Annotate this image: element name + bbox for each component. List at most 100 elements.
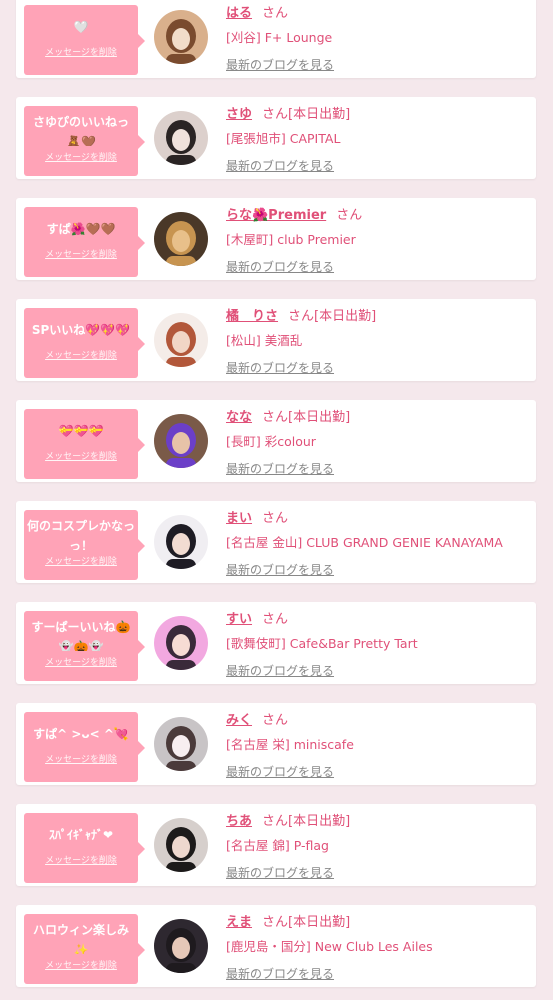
- message-text: すーぱーいいね🎃👻🎃👻: [31, 620, 131, 651]
- shop-name: [長町] 彩colour: [226, 434, 316, 449]
- notification-card: SPいいね💖💖💖 メッセージを削除 橘 りさ さん[本日出勤] [松山] 美酒乱最新のブ…: [16, 299, 536, 381]
- honorific: さん: [262, 511, 289, 526]
- profile-info: みく さん [名古屋 栄] miniscafe 最新のブログを見る: [226, 711, 532, 780]
- message-bubble: 何のコスプレかなっっ！ メッセージを削除: [24, 510, 145, 580]
- message-bubble: さゆぴのいいねっ🧸🤎 メッセージを削除: [24, 106, 145, 176]
- latest-blog-link[interactable]: 最新のブログを見る: [226, 561, 334, 578]
- avatar[interactable]: [154, 414, 208, 468]
- message-bubble: ハロウィン楽しみ✨ メッセージを削除: [24, 914, 145, 984]
- avatar[interactable]: [154, 818, 208, 872]
- message-bubble: ｽﾊﾟｲｷﾞｬﾅﾞ❤ メッセージを削除: [24, 813, 145, 883]
- delete-message-link[interactable]: メッセージを削除: [27, 556, 135, 568]
- message-text: 💝💝💝: [58, 424, 104, 438]
- honorific: さん: [288, 309, 315, 324]
- latest-blog-link[interactable]: 最新のブログを見る: [226, 460, 334, 477]
- profile-name-link[interactable]: すい: [226, 612, 252, 627]
- message-text: さゆぴのいいねっ🧸🤎: [32, 115, 129, 146]
- avatar[interactable]: [154, 717, 208, 771]
- avatar-photo: [154, 313, 208, 367]
- name-line: らな🌺Premier さん: [226, 206, 532, 226]
- message-text: ハロウィン楽しみ✨: [32, 923, 129, 954]
- shop-name: [名古屋 金山] CLUB GRAND GENIE KANAYAMA: [226, 535, 503, 550]
- notification-list: 🤍 メッセージを削除 はる さん [刈谷] F+ Lounge 最新のブログを見る さゆぴの…: [0, 0, 553, 987]
- notification-card: すーぱーいいね🎃👻🎃👻 メッセージを削除 すい さん [歌舞伎町] Cafe&Bar P…: [16, 602, 536, 684]
- avatar-photo: [154, 515, 208, 569]
- name-line: ちあ さん[本日出勤]: [226, 812, 532, 832]
- delete-message-link[interactable]: メッセージを削除: [27, 249, 135, 261]
- work-status-tag: [本日出勤]: [314, 309, 377, 324]
- notification-card: ハロウィン楽しみ✨ メッセージを削除 えま さん[本日出勤] [鹿児島・国分] New …: [16, 905, 536, 987]
- avatar-photo: [154, 717, 208, 771]
- name-line: まい さん: [226, 509, 532, 529]
- honorific: さん: [262, 713, 289, 728]
- avatar[interactable]: [154, 10, 208, 64]
- avatar[interactable]: [154, 212, 208, 266]
- avatar-photo: [154, 212, 208, 266]
- work-status-tag: [本日出勤]: [288, 814, 351, 829]
- shop-name: [松山] 美酒乱: [226, 333, 303, 348]
- message-bubble: すぱ^ >ᴗ< ^💘 メッセージを削除: [24, 712, 145, 782]
- avatar[interactable]: [154, 313, 208, 367]
- avatar[interactable]: [154, 515, 208, 569]
- avatar-photo: [154, 616, 208, 670]
- latest-blog-link[interactable]: 最新のブログを見る: [226, 258, 334, 275]
- profile-name-link[interactable]: はる: [226, 6, 252, 21]
- notification-card: さゆぴのいいねっ🧸🤎 メッセージを削除 さゆ さん[本日出勤] [尾張旭市] CAPIT…: [16, 97, 536, 179]
- honorific: さん: [262, 107, 289, 122]
- avatar-photo: [154, 414, 208, 468]
- profile-name-link[interactable]: ちあ: [226, 814, 252, 829]
- profile-name-link[interactable]: みく: [226, 713, 252, 728]
- work-status-tag: [本日出勤]: [288, 107, 351, 122]
- profile-name-link[interactable]: まい: [226, 511, 252, 526]
- shop-name: [刈谷] F+ Lounge: [226, 30, 333, 45]
- work-status-tag: [本日出勤]: [288, 915, 351, 930]
- work-status-tag: [本日出勤]: [288, 410, 351, 425]
- honorific: さん: [262, 410, 289, 425]
- delete-message-link[interactable]: メッセージを削除: [27, 350, 135, 362]
- avatar[interactable]: [154, 616, 208, 670]
- profile-name-link[interactable]: えま: [226, 915, 252, 930]
- latest-blog-link[interactable]: 最新のブログを見る: [226, 56, 334, 73]
- profile-info: はる さん [刈谷] F+ Lounge 最新のブログを見る: [226, 4, 532, 73]
- delete-message-link[interactable]: メッセージを削除: [27, 754, 135, 766]
- delete-message-link[interactable]: メッセージを削除: [27, 152, 135, 164]
- profile-name-link[interactable]: さゆ: [226, 107, 252, 122]
- message-text: SPいいね💖💖💖: [31, 323, 131, 337]
- delete-message-link[interactable]: メッセージを削除: [27, 657, 135, 669]
- profile-name-link[interactable]: なな: [226, 410, 252, 425]
- profile-name-link[interactable]: らな🌺Premier: [226, 208, 326, 223]
- profile-info: さゆ さん[本日出勤] [尾張旭市] CAPITAL 最新のブログを見る: [226, 105, 532, 174]
- name-line: みく さん: [226, 711, 532, 731]
- profile-info: まい さん [名古屋 金山] CLUB GRAND GENIE KANAYAMA 最新…: [226, 509, 532, 578]
- avatar-photo: [154, 818, 208, 872]
- message-text: ｽﾊﾟｲｷﾞｬﾅﾞ❤: [48, 828, 114, 842]
- delete-message-link[interactable]: メッセージを削除: [27, 451, 135, 463]
- avatar-photo: [154, 919, 208, 973]
- delete-message-link[interactable]: メッセージを削除: [27, 855, 135, 867]
- name-line: すい さん: [226, 610, 532, 630]
- message-bubble: 💝💝💝 メッセージを削除: [24, 409, 145, 479]
- honorific: さん: [262, 915, 289, 930]
- profile-name-link[interactable]: 橘 りさ: [226, 309, 278, 324]
- latest-blog-link[interactable]: 最新のブログを見る: [226, 965, 334, 982]
- latest-blog-link[interactable]: 最新のブログを見る: [226, 864, 334, 881]
- delete-message-link[interactable]: メッセージを削除: [27, 47, 135, 59]
- shop-name: [鹿児島・国分] New Club Les Ailes: [226, 939, 433, 954]
- notification-card: 💝💝💝 メッセージを削除 なな さん[本日出勤] [長町] 彩colour 最新のブログを…: [16, 400, 536, 482]
- message-text: 🤍: [73, 20, 89, 34]
- avatar[interactable]: [154, 919, 208, 973]
- shop-name: [名古屋 錦] P-flag: [226, 838, 329, 853]
- latest-blog-link[interactable]: 最新のブログを見る: [226, 359, 334, 376]
- message-text: すぱ🌺🤎🤎: [46, 222, 116, 236]
- latest-blog-link[interactable]: 最新のブログを見る: [226, 157, 334, 174]
- shop-name: [尾張旭市] CAPITAL: [226, 131, 341, 146]
- avatar[interactable]: [154, 111, 208, 165]
- honorific: さん: [262, 6, 289, 21]
- profile-info: なな さん[本日出勤] [長町] 彩colour 最新のブログを見る: [226, 408, 532, 477]
- latest-blog-link[interactable]: 最新のブログを見る: [226, 662, 334, 679]
- message-bubble: すーぱーいいね🎃👻🎃👻 メッセージを削除: [24, 611, 145, 681]
- notification-card: 何のコスプレかなっっ！ メッセージを削除 まい さん [名古屋 金山] CLUB GRA…: [16, 501, 536, 583]
- profile-info: すい さん [歌舞伎町] Cafe&Bar Pretty Tart 最新のブログを見る: [226, 610, 532, 679]
- delete-message-link[interactable]: メッセージを削除: [27, 960, 135, 972]
- latest-blog-link[interactable]: 最新のブログを見る: [226, 763, 334, 780]
